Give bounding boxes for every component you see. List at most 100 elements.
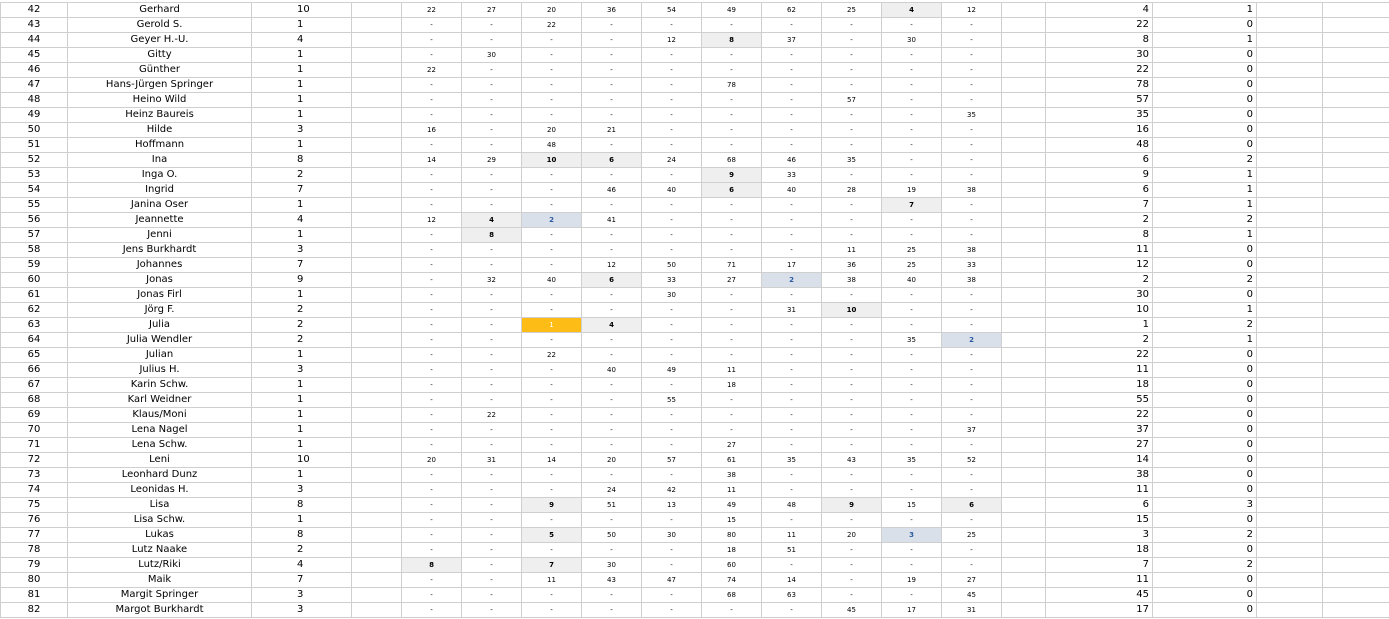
round-placement-cell[interactable]: - bbox=[461, 197, 522, 213]
round-placement-cell[interactable]: - bbox=[941, 62, 1002, 78]
empty-cell[interactable] bbox=[351, 182, 402, 198]
player-name-cell[interactable]: Ina bbox=[67, 152, 252, 168]
empty-cell[interactable] bbox=[1001, 377, 1046, 393]
empty-cell[interactable] bbox=[1256, 407, 1323, 423]
round-placement-cell[interactable]: 57 bbox=[641, 452, 702, 468]
participation-count-cell[interactable]: 1 bbox=[251, 467, 352, 483]
empty-cell[interactable] bbox=[351, 512, 402, 528]
empty-cell[interactable] bbox=[1001, 497, 1046, 513]
best-placement-cell[interactable]: 17 bbox=[1045, 602, 1153, 618]
round-placement-cell[interactable]: - bbox=[401, 497, 462, 513]
participation-count-cell[interactable]: 3 bbox=[251, 602, 352, 618]
best-placement-cell[interactable]: 38 bbox=[1045, 467, 1153, 483]
empty-cell[interactable] bbox=[1322, 272, 1389, 288]
empty-cell[interactable] bbox=[1001, 362, 1046, 378]
participation-count-cell[interactable]: 3 bbox=[251, 242, 352, 258]
empty-cell[interactable] bbox=[1001, 77, 1046, 93]
round-placement-cell[interactable]: 38 bbox=[941, 242, 1002, 258]
player-name-cell[interactable]: Geyer H.-U. bbox=[67, 32, 252, 48]
round-placement-cell[interactable]: - bbox=[581, 287, 642, 303]
participation-count-cell[interactable]: 1 bbox=[251, 197, 352, 213]
empty-cell[interactable] bbox=[1322, 257, 1389, 273]
player-name-cell[interactable]: Hoffmann bbox=[67, 137, 252, 153]
top10-count-cell[interactable]: 0 bbox=[1152, 587, 1257, 603]
round-placement-cell[interactable]: - bbox=[641, 347, 702, 363]
round-placement-cell[interactable]: - bbox=[881, 377, 942, 393]
round-placement-cell[interactable]: - bbox=[461, 107, 522, 123]
row-number-cell[interactable]: 53 bbox=[0, 167, 68, 183]
empty-cell[interactable] bbox=[1001, 2, 1046, 18]
empty-cell[interactable] bbox=[1256, 542, 1323, 558]
participation-count-cell[interactable]: 7 bbox=[251, 257, 352, 273]
empty-cell[interactable] bbox=[1256, 377, 1323, 393]
round-placement-cell[interactable]: - bbox=[941, 437, 1002, 453]
best-placement-cell[interactable]: 22 bbox=[1045, 347, 1153, 363]
round-placement-cell[interactable]: - bbox=[821, 407, 882, 423]
round-placement-cell[interactable]: - bbox=[881, 92, 942, 108]
round-placement-cell[interactable]: 14 bbox=[401, 152, 462, 168]
round-placement-cell[interactable]: - bbox=[401, 197, 462, 213]
round-placement-cell[interactable]: - bbox=[641, 437, 702, 453]
round-placement-cell[interactable]: - bbox=[641, 377, 702, 393]
empty-cell[interactable] bbox=[1256, 452, 1323, 468]
round-placement-cell[interactable]: 38 bbox=[821, 272, 882, 288]
best-placement-cell[interactable]: 11 bbox=[1045, 362, 1153, 378]
round-placement-cell[interactable]: 25 bbox=[941, 527, 1002, 543]
round-placement-cell[interactable]: - bbox=[701, 137, 762, 153]
row-number-cell[interactable]: 57 bbox=[0, 227, 68, 243]
participation-count-cell[interactable]: 1 bbox=[251, 422, 352, 438]
round-placement-cell[interactable]: 12 bbox=[941, 2, 1002, 18]
empty-cell[interactable] bbox=[1322, 392, 1389, 408]
round-placement-cell[interactable]: - bbox=[461, 182, 522, 198]
round-placement-cell[interactable]: 20 bbox=[821, 527, 882, 543]
round-placement-cell[interactable]: - bbox=[761, 347, 822, 363]
round-placement-cell[interactable]: 68 bbox=[701, 152, 762, 168]
round-placement-cell[interactable]: - bbox=[821, 587, 882, 603]
player-name-cell[interactable]: Ingrid bbox=[67, 182, 252, 198]
round-placement-cell[interactable]: - bbox=[641, 122, 702, 138]
round-placement-cell[interactable]: - bbox=[401, 362, 462, 378]
best-placement-cell[interactable]: 6 bbox=[1045, 152, 1153, 168]
round-placement-cell[interactable]: 12 bbox=[641, 32, 702, 48]
round-placement-cell[interactable]: - bbox=[581, 242, 642, 258]
player-name-cell[interactable]: Julia bbox=[67, 317, 252, 333]
round-placement-cell[interactable]: - bbox=[461, 527, 522, 543]
empty-cell[interactable] bbox=[351, 497, 402, 513]
player-name-cell[interactable]: Gerhard bbox=[67, 2, 252, 18]
round-placement-cell[interactable]: - bbox=[881, 62, 942, 78]
round-placement-cell[interactable]: - bbox=[701, 107, 762, 123]
round-placement-cell[interactable]: 37 bbox=[941, 422, 1002, 438]
empty-cell[interactable] bbox=[1256, 497, 1323, 513]
best-placement-cell[interactable]: 55 bbox=[1045, 392, 1153, 408]
participation-count-cell[interactable]: 7 bbox=[251, 182, 352, 198]
round-placement-cell[interactable]: 6 bbox=[701, 182, 762, 198]
empty-cell[interactable] bbox=[1001, 542, 1046, 558]
empty-cell[interactable] bbox=[1322, 512, 1389, 528]
round-placement-cell[interactable]: 13 bbox=[641, 497, 702, 513]
round-placement-cell[interactable]: - bbox=[821, 512, 882, 528]
empty-cell[interactable] bbox=[1001, 347, 1046, 363]
row-number-cell[interactable]: 72 bbox=[0, 452, 68, 468]
round-placement-cell[interactable]: - bbox=[461, 437, 522, 453]
empty-cell[interactable] bbox=[351, 392, 402, 408]
best-placement-cell[interactable]: 8 bbox=[1045, 227, 1153, 243]
round-placement-cell[interactable]: 6 bbox=[941, 497, 1002, 513]
empty-cell[interactable] bbox=[1001, 572, 1046, 588]
row-number-cell[interactable]: 45 bbox=[0, 47, 68, 63]
best-placement-cell[interactable]: 22 bbox=[1045, 17, 1153, 33]
round-placement-cell[interactable]: 3 bbox=[881, 527, 942, 543]
empty-cell[interactable] bbox=[1001, 467, 1046, 483]
round-placement-cell[interactable]: - bbox=[701, 47, 762, 63]
row-number-cell[interactable]: 43 bbox=[0, 17, 68, 33]
round-placement-cell[interactable]: - bbox=[521, 167, 582, 183]
round-placement-cell[interactable]: 46 bbox=[581, 182, 642, 198]
round-placement-cell[interactable]: - bbox=[641, 227, 702, 243]
empty-cell[interactable] bbox=[1322, 422, 1389, 438]
participation-count-cell[interactable]: 2 bbox=[251, 542, 352, 558]
empty-cell[interactable] bbox=[1256, 392, 1323, 408]
empty-cell[interactable] bbox=[1001, 212, 1046, 228]
round-placement-cell[interactable]: 11 bbox=[701, 482, 762, 498]
round-placement-cell[interactable]: - bbox=[761, 377, 822, 393]
empty-cell[interactable] bbox=[1256, 107, 1323, 123]
round-placement-cell[interactable]: - bbox=[881, 302, 942, 318]
